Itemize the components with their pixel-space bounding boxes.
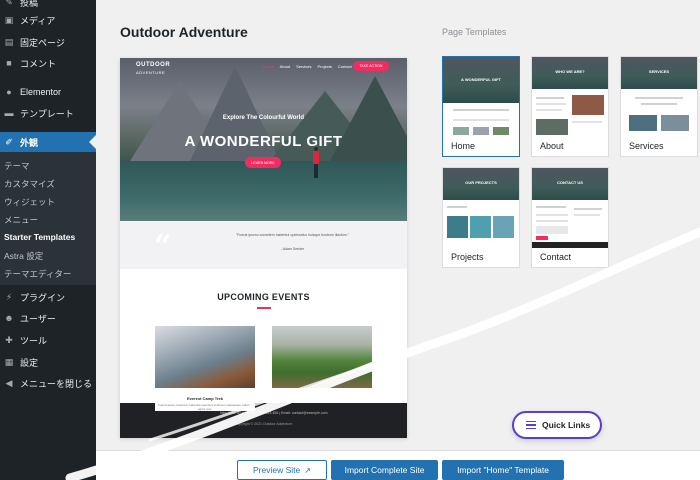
template-card-projects[interactable]: OUR PROJECTS Projects	[442, 167, 520, 268]
template-thumbnail: SERVICES	[621, 57, 697, 137]
sidebar-item-comments[interactable]: ■ コメント	[0, 53, 96, 73]
preview-nav-item: Projects	[317, 64, 332, 69]
admin-sidebar: ✎ 投稿 ▣ メディア ▤ 固定ページ ■ コメント ● Elementor ▬…	[0, 0, 96, 480]
submenu-item-theme-editor[interactable]: テーマエディター	[4, 268, 71, 280]
hiker-figure	[313, 147, 319, 178]
settings-icon: ▦	[4, 356, 14, 367]
elementor-icon: ●	[6, 87, 12, 97]
sidebar-item-tools[interactable]: ✚ ツール	[0, 330, 96, 350]
plugin-icon: ⚡	[5, 291, 13, 302]
quote-icon: “	[154, 229, 172, 264]
sidebar-item-label: 設定	[20, 357, 39, 368]
active-indicator	[89, 135, 96, 149]
testimonial-text: "Fuerat ipsonu consetem habentur quiesce…	[236, 233, 349, 237]
template-card-about[interactable]: WHO WE ARE? About	[531, 56, 609, 157]
preview-nav-item: Contact	[337, 64, 352, 69]
sidebar-item-collapse[interactable]: ◀ メニューを閉じる	[0, 373, 96, 393]
submenu-item-starter-templates[interactable]: Starter Templates	[4, 232, 75, 242]
external-link-icon: ↗	[304, 465, 311, 475]
sidebar-item-users[interactable]: ☻ ユーザー	[0, 308, 96, 328]
user-icon: ☻	[4, 313, 14, 323]
preview-hero-button: LEARN MORE	[245, 157, 281, 168]
sidebar-item-elementor[interactable]: ● Elementor	[0, 82, 96, 102]
testimonial-author: - Adam Seeder	[280, 247, 305, 251]
sidebar-item-label: メディア	[20, 15, 56, 26]
sidebar-item-label: 投稿	[20, 0, 39, 8]
template-card-label: Home	[451, 141, 476, 151]
folder-icon: ▬	[4, 108, 14, 118]
submenu-item-themes[interactable]: テーマ	[4, 160, 30, 172]
brush-icon: ✐	[5, 136, 13, 147]
submenu-item-widgets[interactable]: ウィジェット	[4, 196, 55, 208]
sidebar-item-label: 固定ページ	[20, 37, 65, 48]
page-templates-heading: Page Templates	[442, 27, 507, 37]
event-description: Fuerat aestu carentem habentia spectent …	[155, 403, 255, 411]
preview-logo: OUTDOOR ADVENTURE	[136, 62, 171, 75]
sidebar-item-label: メニューを閉じる	[20, 378, 93, 389]
sidebar-item-label: ツール	[20, 335, 48, 346]
template-card-label: Contact	[540, 252, 572, 262]
template-thumbnail: WHO WE ARE?	[532, 57, 608, 137]
preview-cta-button: TAKE ACTION	[353, 61, 389, 71]
submenu-item-customize[interactable]: カスタマイズ	[4, 178, 55, 190]
sidebar-item-media[interactable]: ▣ メディア	[0, 10, 96, 30]
sidebar-item-label: ユーザー	[20, 313, 56, 324]
template-card-label: Projects	[451, 252, 484, 262]
sidebar-item-label: Elementor	[20, 87, 62, 97]
event-image-mountain-hiker	[155, 326, 255, 388]
template-card-services[interactable]: SERVICES Services	[620, 56, 698, 157]
pushpin-icon: ✎	[5, 0, 13, 7]
sidebar-item-templates[interactable]: ▬ テンプレート	[0, 103, 96, 123]
sidebar-item-pages[interactable]: ▤ 固定ページ	[0, 32, 96, 52]
quick-links-button[interactable]: Quick Links	[512, 411, 602, 439]
wrench-icon: ✚	[5, 334, 13, 345]
events-underline	[257, 307, 271, 309]
sidebar-item-label: プラグイン	[20, 292, 66, 303]
media-icon: ▣	[4, 14, 14, 25]
event-image-green-hills	[272, 326, 372, 388]
template-thumbnail: OUR PROJECTS	[443, 168, 519, 248]
preview-nav-item: About	[279, 64, 291, 69]
sidebar-item-plugins[interactable]: ⚡ プラグイン	[0, 287, 96, 307]
import-home-template-button[interactable]: Import "Home" Template	[442, 460, 564, 480]
sidebar-item-label: 外観	[20, 137, 39, 148]
footer-address: New York, USA | Phone: 888 123-456 | Ema…	[220, 411, 328, 415]
preview-nav: Home About Services Projects Contact	[263, 64, 352, 69]
preview-events-title: UPCOMING EVENTS	[217, 292, 310, 302]
collapse-icon: ◀	[5, 377, 13, 388]
sidebar-item-settings[interactable]: ▦ 設定	[0, 352, 96, 372]
appearance-submenu: テーマ カスタマイズ ウィジェット メニュー Starter Templates…	[0, 152, 96, 285]
template-preview[interactable]: OUTDOOR ADVENTURE Home About Services Pr…	[120, 58, 407, 438]
submenu-item-menus[interactable]: メニュー	[4, 214, 38, 226]
page-icon: ▤	[4, 36, 14, 47]
preview-nav-item: Home	[263, 64, 274, 69]
submenu-item-astra-settings[interactable]: Astra 設定	[4, 250, 43, 262]
sidebar-item-label: テンプレート	[20, 108, 74, 119]
template-card-contact[interactable]: CONTACT US Contact	[531, 167, 609, 268]
quick-links-label: Quick Links	[542, 420, 591, 430]
sidebar-item-label: コメント	[20, 58, 57, 69]
import-complete-site-button[interactable]: Import Complete Site	[331, 460, 438, 480]
event-caption: Everest Camp Trek	[155, 396, 255, 401]
footer-copyright: Copyright © 2021 Outdoor Adventure	[234, 422, 293, 426]
template-card-label: About	[540, 141, 564, 151]
preview-testimonial: “ "Fuerat ipsonu consetem habentur quies…	[120, 221, 407, 269]
template-thumbnail: CONTACT US	[532, 168, 608, 248]
template-card-label: Services	[629, 141, 664, 151]
template-card-home[interactable]: A WONDERFUL GIFT Home	[442, 56, 520, 157]
preview-hero-subtitle: Explore The Colourful World	[222, 115, 305, 121]
preview-hero: OUTDOOR ADVENTURE Home About Services Pr…	[120, 58, 407, 221]
template-thumbnail: A WONDERFUL GIFT	[443, 57, 519, 137]
preview-site-button[interactable]: Preview Site ↗	[237, 460, 327, 480]
hamburger-icon	[526, 420, 536, 430]
sidebar-item-appearance[interactable]: ✐ 外観	[0, 132, 96, 152]
main-content: Outdoor Adventure Page Templates OUTDOOR…	[96, 0, 700, 480]
preview-nav-item: Services	[296, 64, 312, 69]
preview-hero-headline: A WONDERFUL GIFT	[184, 133, 343, 150]
site-title: Outdoor Adventure	[120, 24, 248, 40]
comment-icon: ■	[6, 58, 12, 68]
